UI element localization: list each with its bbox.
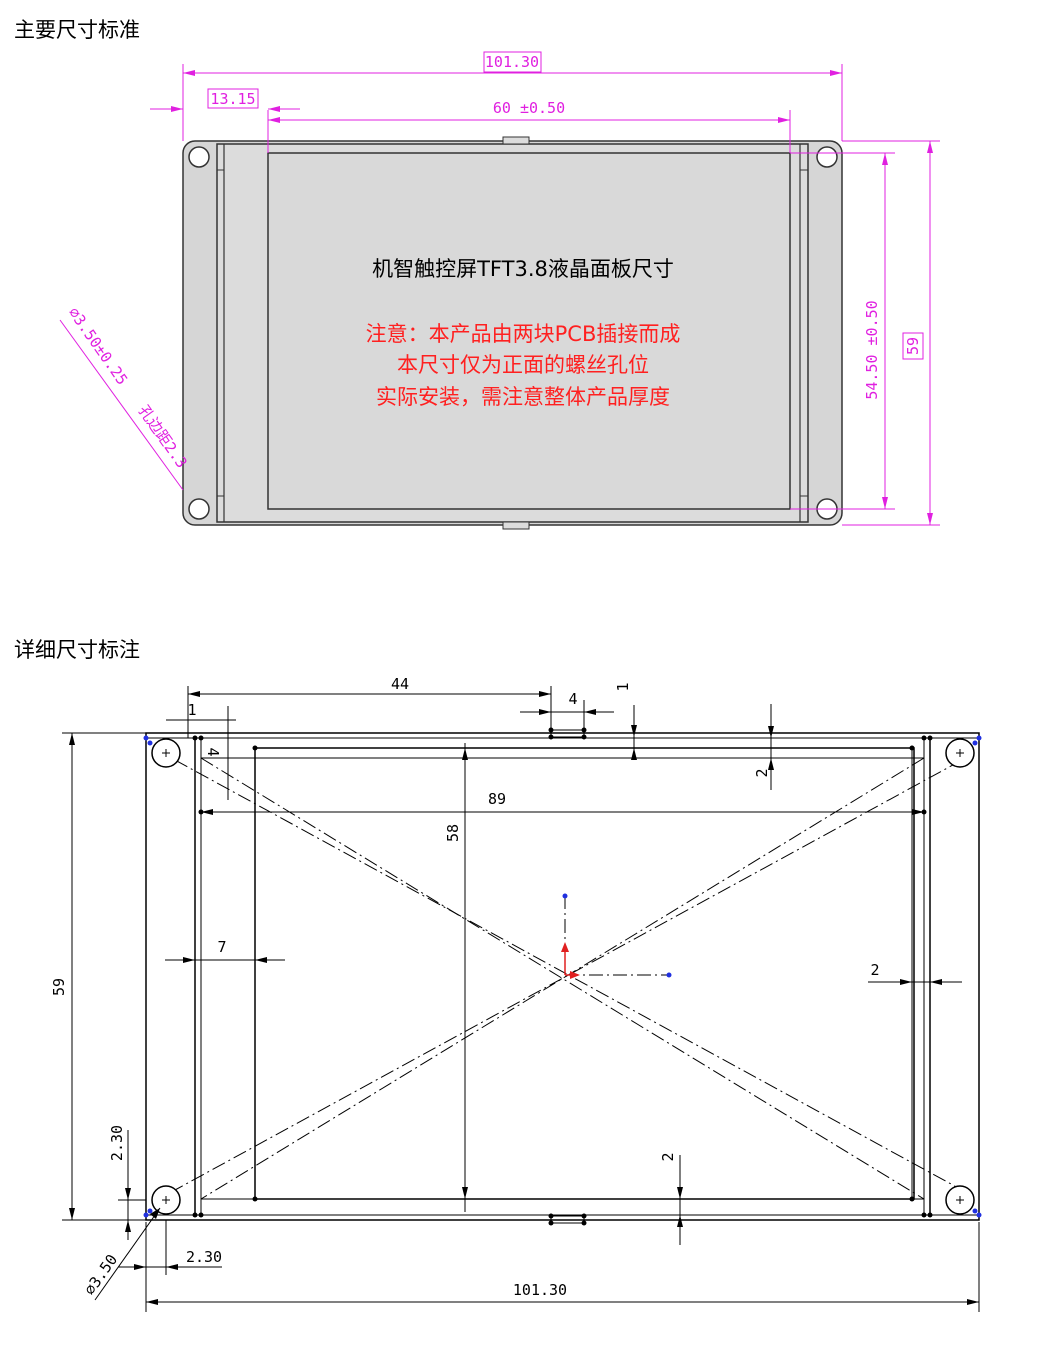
dim-2-30-horizontal: 2.30 <box>186 1248 222 1266</box>
dim-4-left: 4 <box>204 747 222 756</box>
dim-2-bottom: 2 <box>659 1152 677 1161</box>
dim-89: 89 <box>488 790 506 808</box>
center-lines <box>174 757 963 1200</box>
active-area <box>254 747 915 1200</box>
origin-axes <box>561 942 580 979</box>
offset-label: 13.15 <box>210 90 255 108</box>
overall-width-label: 101.30 <box>485 53 539 71</box>
hole-bottom-left <box>188 498 210 520</box>
hole-top-left <box>188 146 210 168</box>
dim-4-top: 4 <box>568 690 577 708</box>
hole-diameter-label: ∅3.50±0.25 <box>65 304 132 388</box>
detail-dimension-lines <box>62 686 980 1312</box>
dim-101-30: 101.30 <box>513 1281 567 1299</box>
detail-outlines <box>145 729 980 1224</box>
corner-markers <box>143 735 982 1218</box>
dim-44: 44 <box>391 675 409 693</box>
junction-dots <box>192 727 933 1226</box>
hole-top-right <box>816 146 838 168</box>
outer-board <box>145 732 980 1221</box>
detail-arrowheads <box>69 691 979 1305</box>
dim-2-30-vertical: 2.30 <box>108 1125 126 1161</box>
dim-59: 59 <box>50 978 68 996</box>
overall-height-label: 59 <box>904 337 922 355</box>
screen-height-label: 54.50 ±0.50 <box>863 300 881 399</box>
note-line-2: 本尺寸仅为正面的螺丝孔位 <box>397 353 649 377</box>
note-line-1: 注意：本产品由两块PCB插接而成 <box>366 322 681 346</box>
dimension-drawing: 机智触控屏TFT3.8液晶面板尺寸 注意：本产品由两块PCB插接而成 本尺寸仅为… <box>50 51 982 1312</box>
dim-1-right: 1 <box>614 682 632 691</box>
screen-width-label: 60 ±0.50 <box>493 99 565 117</box>
dim-2-right: 2 <box>870 961 879 979</box>
dim-58: 58 <box>444 824 462 842</box>
dim-2-top: 2 <box>753 768 771 777</box>
dim-1-left: 1 <box>187 701 196 719</box>
detail-holes <box>151 738 975 1215</box>
panel-title: 机智触控屏TFT3.8液晶面板尺寸 <box>372 257 674 281</box>
note-line-3: 实际安装，需注意整体产品厚度 <box>376 385 670 409</box>
dim-7: 7 <box>217 938 226 956</box>
